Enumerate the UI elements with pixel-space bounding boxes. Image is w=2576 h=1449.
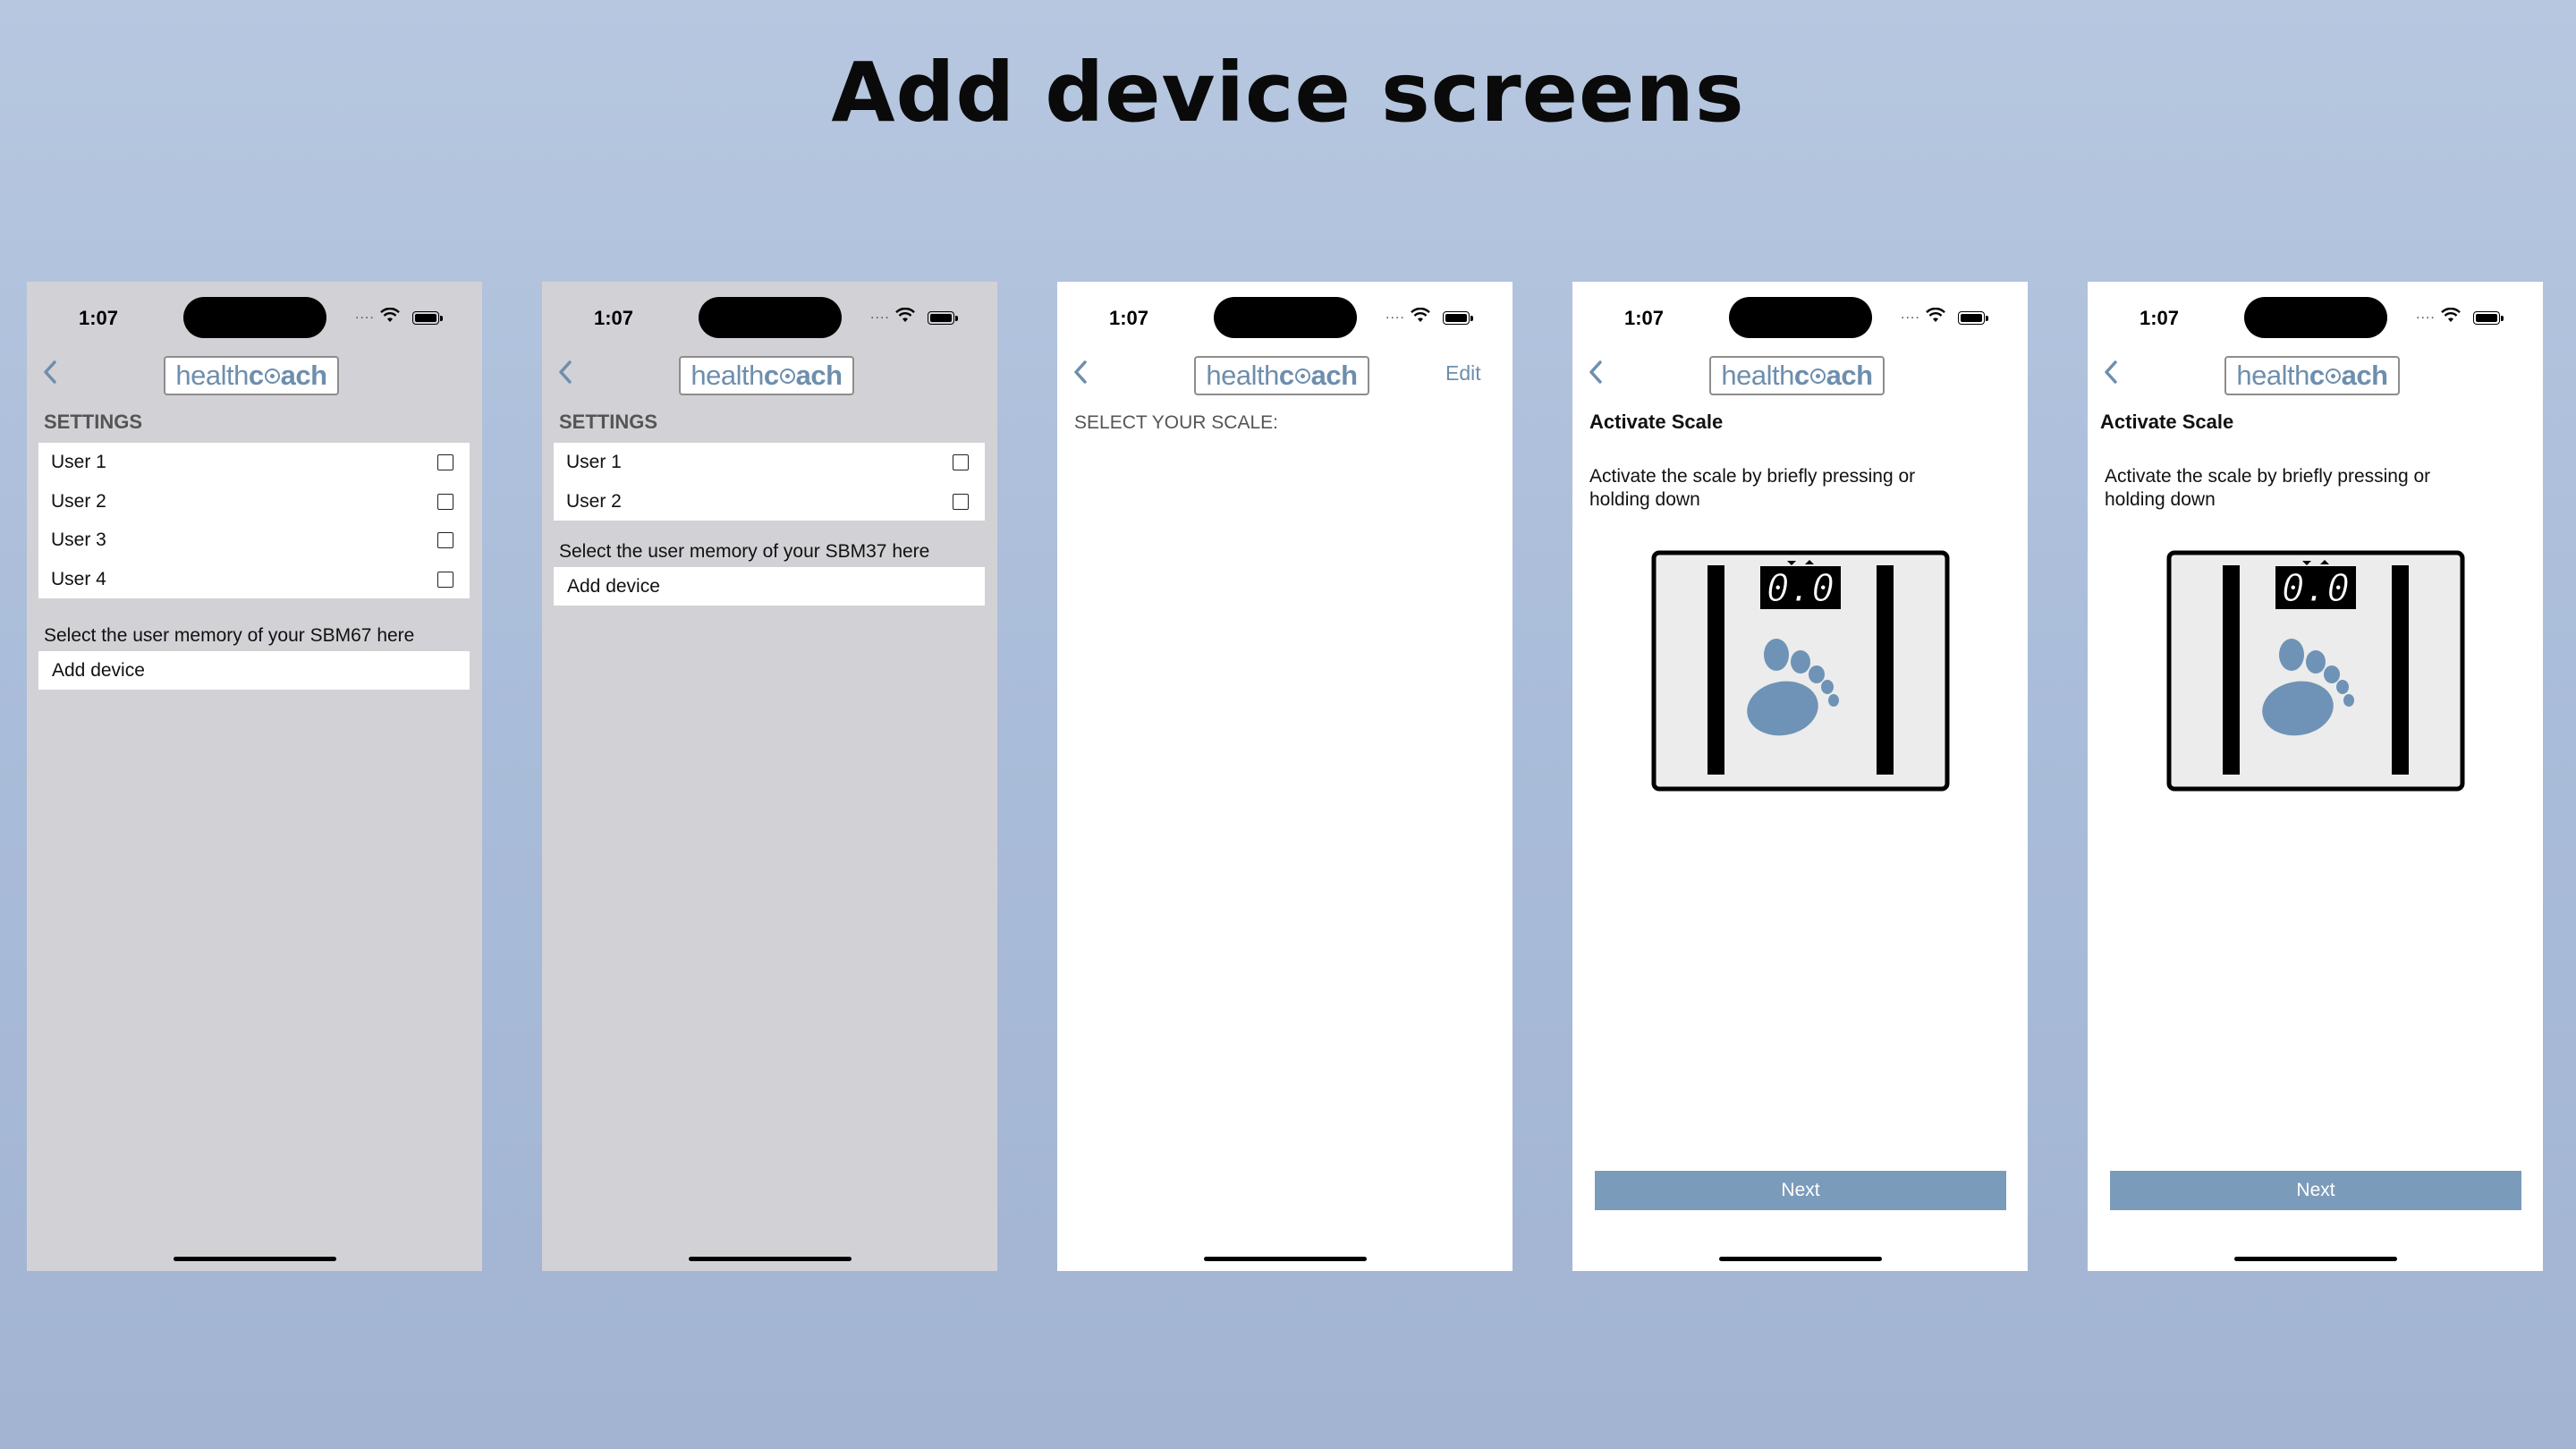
user-row[interactable]: User 3 (38, 521, 470, 560)
dynamic-island (1729, 297, 1872, 338)
status-time: 1:07 (594, 307, 634, 329)
user-row[interactable]: User 2 (38, 482, 470, 521)
user-list: User 1 User 2 (554, 443, 985, 521)
scale-display: 0.0 (2282, 566, 2350, 610)
status-time: 1:07 (79, 307, 119, 329)
add-device-button[interactable]: Add device (38, 651, 470, 690)
user-memory-hint: Select the user memory of your SBM37 her… (559, 541, 930, 562)
battery-icon (928, 311, 958, 325)
checkbox-icon[interactable] (437, 532, 453, 548)
battery-icon (1443, 311, 1473, 325)
next-button[interactable]: Next (1595, 1171, 2006, 1210)
user-row[interactable]: User 1 (38, 443, 470, 482)
edit-button[interactable]: Edit (1445, 361, 1481, 386)
user-row[interactable]: User 1 (554, 443, 985, 482)
healthcoach-logo: health c ach (1194, 356, 1369, 395)
user-memory-hint: Select the user memory of your SBM67 her… (44, 625, 415, 646)
signal-icon: .... (870, 307, 890, 322)
scale-illustration: 0.0 (1651, 550, 1950, 792)
battery-icon (412, 311, 443, 325)
healthcoach-logo: health c ach (2224, 356, 2400, 395)
healthcoach-logo: health c ach (164, 356, 339, 395)
home-indicator (1204, 1257, 1367, 1261)
logo-circle-icon (779, 368, 795, 384)
signal-icon: .... (1901, 307, 1920, 322)
healthcoach-logo: health c ach (679, 356, 854, 395)
back-chevron-icon[interactable] (41, 359, 59, 386)
wifi-icon (1926, 308, 1945, 322)
user-row[interactable]: User 2 (554, 482, 985, 521)
logo-circle-icon (2325, 368, 2341, 384)
settings-screen-sbm67: 1:07 .... health c ach SETTINGS User 1 Use… (27, 282, 482, 1271)
activate-scale-title: Activate Scale (1589, 411, 1724, 433)
dynamic-island (2244, 297, 2387, 338)
section-header: SETTINGS (559, 411, 658, 433)
checkbox-icon[interactable] (953, 493, 969, 510)
user-label: User 3 (51, 530, 106, 550)
wifi-icon (2441, 308, 2461, 322)
back-chevron-icon[interactable] (556, 359, 574, 386)
add-device-button[interactable]: Add device (554, 567, 985, 606)
activate-scale-screen: 1:07 .... health c ach Activate Scale Acti… (1572, 282, 2028, 1271)
wifi-icon (1411, 308, 1430, 322)
checkbox-icon[interactable] (953, 454, 969, 470)
add-device-label: Add device (567, 576, 660, 597)
checkbox-icon[interactable] (437, 571, 453, 588)
wifi-icon (895, 308, 915, 322)
user-list: User 1 User 2 User 3 User 4 (38, 443, 470, 598)
battery-icon (2473, 311, 2504, 325)
user-row[interactable]: User 4 (38, 560, 470, 599)
logo-circle-icon (1809, 368, 1826, 384)
home-indicator (689, 1257, 852, 1261)
back-chevron-icon[interactable] (1072, 359, 1089, 386)
battery-icon (1958, 311, 1988, 325)
add-device-label: Add device (52, 660, 145, 681)
logo-circle-icon (1294, 368, 1310, 384)
back-chevron-icon[interactable] (1587, 359, 1605, 386)
status-time: 1:07 (1109, 307, 1149, 329)
wifi-icon (380, 308, 400, 322)
user-label: User 1 (51, 452, 106, 472)
dynamic-island (699, 297, 842, 338)
section-header: SETTINGS (44, 411, 143, 433)
checkbox-icon[interactable] (437, 493, 453, 510)
user-label: User 2 (51, 490, 106, 512)
next-button[interactable]: Next (2110, 1171, 2521, 1210)
checkbox-icon[interactable] (437, 454, 453, 470)
status-time: 1:07 (1624, 307, 1665, 329)
status-time: 1:07 (2140, 307, 2180, 329)
home-indicator (174, 1257, 336, 1261)
home-indicator (1719, 1257, 1882, 1261)
activate-scale-screen: 1:07 .... health c ach Activate Scale Acti… (2088, 282, 2543, 1271)
user-label: User 4 (51, 568, 106, 589)
activate-scale-title: Activate Scale (2100, 411, 2234, 433)
user-label: User 1 (566, 452, 622, 472)
logo-circle-icon (264, 368, 280, 384)
dynamic-island (1214, 297, 1357, 338)
settings-screen-sbm37: 1:07 .... health c ach SETTINGS User 1 Use… (542, 282, 997, 1271)
user-label: User 2 (566, 490, 622, 512)
home-indicator (2234, 1257, 2397, 1261)
activate-scale-instructions: Activate the scale by briefly pressing o… (2105, 466, 2431, 510)
scale-illustration: 0.0 (2166, 550, 2465, 792)
healthcoach-logo: health c ach (1709, 356, 1885, 395)
select-scale-screen: 1:07 .... health c ach Edit SELECT YOUR SC… (1057, 282, 1513, 1271)
back-chevron-icon[interactable] (2102, 359, 2120, 386)
select-scale-label: SELECT YOUR SCALE: (1074, 412, 1278, 433)
page-title: Add device screens (831, 45, 1745, 140)
activate-scale-instructions: Activate the scale by briefly pressing o… (1589, 466, 1916, 510)
scale-display: 0.0 (1767, 566, 1835, 610)
signal-icon: .... (355, 307, 375, 322)
signal-icon: .... (1385, 307, 1405, 322)
signal-icon: .... (2416, 307, 2436, 322)
dynamic-island (183, 297, 326, 338)
